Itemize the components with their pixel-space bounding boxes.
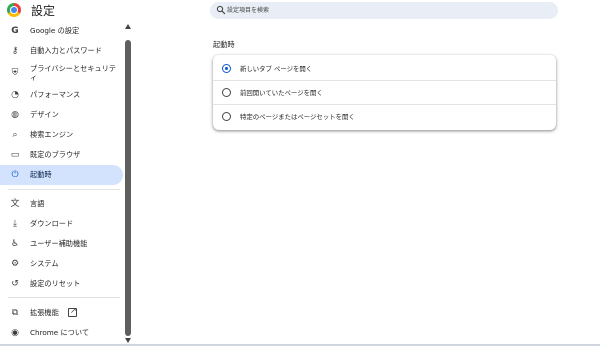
sidebar-item-label: ダウンロード [30, 219, 74, 228]
sidebar-item-performance[interactable]: ◔ パフォーマンス [0, 85, 123, 105]
startup-option-continue[interactable]: 前回開いていたページを開く [213, 80, 556, 104]
puzzle-icon: ⧉ [11, 308, 19, 318]
speedometer-icon: ◔ [11, 90, 19, 100]
sidebar-item-label: ユーザー補助機能 [30, 239, 88, 248]
section-title: 起動時 [213, 40, 235, 49]
sidebar-item-system[interactable]: ⚙ システム [0, 254, 123, 274]
startup-option-specific-pages[interactable]: 特定のページまたはページセットを開く [213, 104, 556, 128]
palette-icon: ◍ [11, 110, 19, 120]
radio-button[interactable] [222, 88, 231, 97]
key-icon: ⚷ [11, 46, 19, 56]
sidebar-item-privacy[interactable]: ⛨ プライバシーとセキュリティ [0, 63, 123, 83]
scroll-up-arrow-icon[interactable] [125, 24, 131, 29]
sidebar-item-label: 検索エンジン [30, 130, 74, 139]
sidebar-item-label: パフォーマンス [30, 90, 81, 99]
sidebar-item-languages[interactable]: 文 言語 [0, 194, 123, 214]
sidebar-item-default-browser[interactable]: ▭ 既定のブラウザ [0, 145, 123, 165]
search-bar[interactable] [210, 2, 558, 19]
sidebar-item-label: Google の設定 [30, 26, 80, 35]
option-label: 前回開いていたページを開く [240, 89, 323, 97]
sidebar-scrollbar-thumb[interactable] [125, 40, 131, 336]
sidebar: 設定 G Google の設定 ⚷ 自動入力とパスワード ⛨ プライバシーとセキ… [0, 0, 135, 346]
sidebar-divider [8, 297, 120, 298]
sidebar-item-appearance[interactable]: ◍ デザイン [0, 105, 123, 125]
sidebar-item-label: Chrome について [30, 328, 90, 337]
search-icon: ⌕ [12, 130, 18, 140]
open-in-new-icon [68, 306, 77, 317]
power-icon: ⏻ [11, 170, 19, 180]
sidebar-item-label: プライバシーとセキュリティ [30, 64, 117, 82]
scroll-down-arrow-icon[interactable] [125, 338, 131, 343]
sidebar-item-search-engine[interactable]: ⌕ 検索エンジン [0, 125, 123, 145]
sidebar-item-label: 拡張機能 [30, 308, 59, 317]
chrome-logo-icon [7, 3, 21, 17]
shield-icon: ⛨ [11, 68, 19, 78]
sidebar-item-extensions[interactable]: ⧉ 拡張機能 [0, 303, 123, 323]
sidebar-item-google-settings[interactable]: G Google の設定 [0, 21, 123, 41]
reset-icon: ↺ [11, 279, 19, 289]
sidebar-item-reset-settings[interactable]: ↺ 設定のリセット [0, 274, 123, 294]
page-title: 設定 [31, 4, 56, 18]
sidebar-item-about-chrome[interactable]: ◉ Chrome について [0, 323, 123, 343]
sidebar-item-label: 設定のリセット [30, 279, 81, 288]
settings-header: 設定 [0, 0, 135, 22]
sidebar-item-accessibility[interactable]: ♿ ユーザー補助機能 [0, 234, 123, 254]
translate-icon: 文 [10, 199, 20, 209]
sidebar-item-on-startup[interactable]: ⏻ 起動時 [0, 165, 123, 185]
sidebar-item-label: 言語 [30, 199, 45, 208]
download-icon: ⤓ [13, 219, 17, 229]
google-g-icon: G [11, 26, 19, 36]
sidebar-item-label: 起動時 [30, 170, 52, 179]
accessibility-icon: ♿ [10, 239, 20, 249]
chrome-icon: ◉ [11, 328, 19, 338]
search-input[interactable] [227, 4, 547, 17]
sidebar-item-label: システム [30, 259, 59, 268]
radio-button[interactable] [222, 112, 231, 121]
sidebar-item-label: 自動入力とパスワード [30, 46, 102, 55]
sidebar-item-label: デザイン [30, 110, 59, 119]
sidebar-item-downloads[interactable]: ⤓ ダウンロード [0, 214, 123, 234]
sidebar-divider [8, 189, 120, 190]
startup-options-card: 新しいタブ ページを開く 前回開いていたページを開く 特定のページまたはページセ… [213, 55, 556, 130]
browser-window-icon: ▭ [10, 150, 20, 160]
sidebar-item-label: 既定のブラウザ [30, 150, 81, 159]
radio-button-selected[interactable] [222, 64, 231, 73]
search-icon [216, 5, 226, 15]
sidebar-item-autofill[interactable]: ⚷ 自動入力とパスワード [0, 41, 123, 61]
wrench-icon: ⚙ [10, 259, 20, 269]
option-label: 新しいタブ ページを開く [240, 65, 313, 73]
startup-option-new-tab[interactable]: 新しいタブ ページを開く [213, 56, 556, 80]
option-label: 特定のページまたはページセットを開く [240, 113, 355, 121]
